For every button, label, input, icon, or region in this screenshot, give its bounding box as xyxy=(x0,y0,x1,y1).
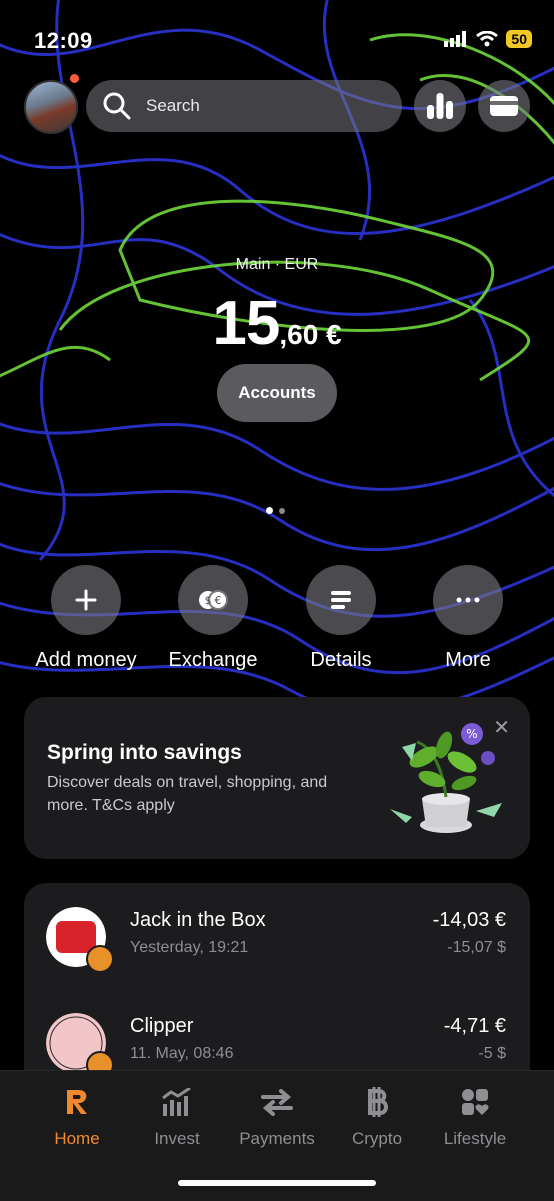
transaction-merchant: Jack in the Box xyxy=(130,909,266,931)
wifi-icon xyxy=(476,31,499,47)
chart-icon xyxy=(122,1083,232,1121)
add-money-circle xyxy=(51,565,121,635)
promo-description: Discover deals on travel, shopping, and … xyxy=(47,774,328,814)
exchange-circle: $ € xyxy=(178,565,248,635)
transaction-date: Yesterday, 19:21 xyxy=(130,939,249,956)
more-label: More xyxy=(445,649,491,671)
more-circle xyxy=(433,565,503,635)
transaction-amount: -14,03 € xyxy=(432,909,506,931)
carousel-dot-active xyxy=(266,507,273,514)
grid-heart-icon xyxy=(420,1083,530,1121)
balance-decimal: ,60 € xyxy=(279,319,342,350)
svg-text:$: $ xyxy=(205,594,212,607)
analytics-button[interactable] xyxy=(414,80,466,132)
details-button[interactable]: Details xyxy=(276,565,406,672)
revolut-logo-icon xyxy=(22,1083,132,1121)
bitcoin-icon xyxy=(322,1083,432,1121)
plus-icon xyxy=(75,589,97,611)
transaction-row[interactable]: Jack in the Box Yesterday, 19:21 -14,03 … xyxy=(24,907,530,977)
bar-chart-icon xyxy=(427,93,453,119)
promo-title: Spring into savings xyxy=(47,741,242,764)
tab-payments-label: Payments xyxy=(239,1129,315,1148)
transaction-original-amount: -15,07 $ xyxy=(447,939,506,956)
details-icon xyxy=(331,591,351,609)
tab-invest[interactable]: Invest xyxy=(122,1083,232,1149)
svg-text:%: % xyxy=(466,727,477,741)
coins-badge-icon xyxy=(86,945,114,973)
transaction-date: 11. May, 08:46 xyxy=(130,1045,234,1062)
account-label: Main · EUR xyxy=(235,256,319,273)
carousel-dot xyxy=(279,508,285,514)
balance-section: Main · EUR 15,60 € xyxy=(0,256,554,359)
tab-crypto[interactable]: Crypto xyxy=(322,1083,432,1149)
search-icon xyxy=(103,92,131,120)
status-time: 12:09 xyxy=(34,28,93,53)
battery-indicator: 50 xyxy=(506,30,532,48)
cards-button[interactable] xyxy=(478,80,530,132)
balance-integer: 15 xyxy=(212,289,280,358)
carousel-dots xyxy=(266,507,285,514)
add-money-button[interactable]: Add money xyxy=(21,565,151,672)
status-icons: 50 xyxy=(444,30,532,48)
plant-illustration: % xyxy=(390,723,502,833)
tab-payments[interactable]: Payments xyxy=(222,1083,332,1149)
home-indicator xyxy=(178,1180,376,1186)
details-circle xyxy=(306,565,376,635)
search-input[interactable]: Search xyxy=(86,80,402,132)
exchange-button[interactable]: $ € Exchange xyxy=(148,565,278,672)
balance-amount[interactable]: 15,60 € xyxy=(0,288,554,359)
transaction-original-amount: -5 $ xyxy=(478,1045,506,1062)
svg-text:€: € xyxy=(215,594,222,607)
card-icon xyxy=(490,96,518,116)
add-money-label: Add money xyxy=(35,649,137,671)
transaction-merchant: Clipper xyxy=(130,1015,194,1037)
tab-lifestyle[interactable]: Lifestyle xyxy=(420,1083,530,1149)
transaction-amount: -4,71 € xyxy=(443,1015,506,1037)
tab-lifestyle-label: Lifestyle xyxy=(443,1129,507,1148)
promo-card[interactable]: Spring into savings Discover deals on tr… xyxy=(24,697,530,859)
status-bar: 12:09 50 xyxy=(0,28,554,56)
notification-dot xyxy=(70,74,79,83)
details-label: Details xyxy=(310,649,372,671)
more-icon xyxy=(456,597,480,603)
signal-icon xyxy=(444,31,467,47)
more-button[interactable]: More xyxy=(403,565,533,672)
tab-crypto-label: Crypto xyxy=(351,1129,403,1148)
transfer-arrows-icon xyxy=(222,1083,332,1121)
accounts-button[interactable]: Accounts xyxy=(217,364,337,422)
search-placeholder: Search xyxy=(146,96,200,115)
exchange-label: Exchange xyxy=(168,649,258,671)
exchange-icon: $ € xyxy=(199,590,228,610)
tab-invest-label: Invest xyxy=(154,1129,200,1148)
tab-home-label: Home xyxy=(54,1129,100,1148)
top-bar: Search xyxy=(24,74,532,134)
tab-home[interactable]: Home xyxy=(22,1083,132,1149)
avatar[interactable] xyxy=(24,80,78,134)
